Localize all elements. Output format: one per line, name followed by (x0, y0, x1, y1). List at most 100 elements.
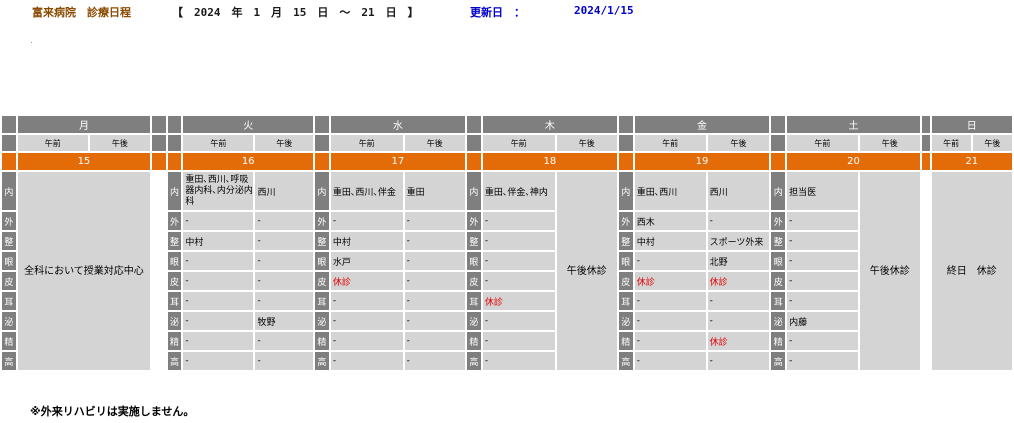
footer-note: ※外来リハビリは実施しません。 (30, 405, 195, 418)
dept-label: 内 (467, 172, 481, 210)
schedule-cell: - (634, 252, 706, 270)
date-spacer (618, 153, 633, 170)
pm-label: 午後 (89, 135, 151, 151)
schedule-cell: - (404, 332, 466, 350)
schedule-cell: - (482, 212, 555, 230)
schedule-cell: - (787, 332, 858, 350)
dept-label: 精 (167, 332, 182, 350)
dept-label: 皮 (467, 272, 481, 290)
schedule-cell: - (787, 212, 858, 230)
schedule-cell: 西川 (255, 172, 314, 210)
schedule-cell: 中村 (634, 232, 706, 250)
date-row: 15 16 17 18 19 20 21 (2, 153, 1012, 170)
schedule-cell: 牧野 (255, 312, 314, 330)
schedule-cell: - (255, 352, 314, 370)
saturday-pm-merged-cell: 午後休診 (859, 172, 920, 370)
spacer-cell (152, 232, 166, 250)
schedule-cell: 重田 (404, 172, 466, 210)
spacer-cell (618, 135, 633, 151)
am-label: 午前 (17, 135, 88, 151)
schedule-cell: 担当医 (787, 172, 858, 210)
spacer-cell (771, 116, 786, 133)
corner-cell (2, 116, 16, 133)
dept-label: 外 (167, 212, 182, 230)
schedule-cell: 西川 (707, 172, 770, 210)
dept-label: 眼 (2, 252, 16, 270)
dept-label: 精 (771, 332, 786, 350)
date-spacer (152, 153, 166, 170)
dept-label: 高 (2, 352, 16, 370)
schedule-cell: 重田､西川､伴金 (330, 172, 403, 210)
schedule-cell: - (787, 352, 858, 370)
dept-label: 精 (315, 332, 329, 350)
spacer-cell (152, 135, 166, 151)
pm-label: 午後 (707, 135, 770, 151)
dept-label: 皮 (167, 272, 182, 290)
schedule-cell: 水戸 (330, 252, 403, 270)
date-wed: 17 (330, 153, 466, 170)
schedule-table: 月 火 水 木 金 土 日 午前 午後 午前 午後 午前 午後 午前 午後 午前… (0, 114, 1014, 372)
day-thu: 木 (482, 116, 617, 133)
dept-label: 高 (771, 352, 786, 370)
am-label: 午前 (183, 135, 254, 151)
dept-label: 高 (467, 352, 481, 370)
spacer-cell (152, 332, 166, 350)
dept-label: 外 (467, 212, 481, 230)
schedule-cell: 西木 (634, 212, 706, 230)
schedule-cell: - (634, 312, 706, 330)
spacer-cell (2, 135, 16, 151)
spacer-cell (921, 172, 930, 370)
dept-label: 整 (167, 232, 182, 250)
date-thu: 18 (482, 153, 617, 170)
dept-label: 整 (2, 232, 16, 250)
schedule-cell: - (482, 312, 555, 330)
schedule-cell: - (707, 352, 770, 370)
date-spacer (2, 153, 16, 170)
day-sun: 日 (931, 116, 1012, 133)
schedule-cell: - (330, 332, 403, 350)
dept-label: 眼 (771, 252, 786, 270)
pm-label: 午後 (255, 135, 314, 151)
date-tue: 16 (183, 153, 314, 170)
schedule-cell: スポーツ外来 (707, 232, 770, 250)
dept-label: 外 (618, 212, 633, 230)
schedule-cell: - (255, 272, 314, 290)
spacer-cell (152, 352, 166, 370)
schedule-cell: - (255, 212, 314, 230)
schedule-cell: - (634, 352, 706, 370)
schedule-cell: - (787, 232, 858, 250)
schedule-cell: - (255, 232, 314, 250)
schedule-cell: 休診 (634, 272, 706, 290)
dept-label: 眼 (167, 252, 182, 270)
day-row: 月 火 水 木 金 土 日 (2, 116, 1012, 133)
spacer-cell (152, 252, 166, 270)
dept-label: 整 (618, 232, 633, 250)
schedule-cell: 重田､西川､呼吸器内科､内分泌内科 (183, 172, 254, 210)
monday-merged-cell: 全科において授業対応中心 (17, 172, 151, 370)
spacer-cell (152, 116, 166, 133)
dept-label: 皮 (618, 272, 633, 290)
spacer-cell (152, 312, 166, 330)
am-label: 午前 (634, 135, 706, 151)
dept-label: 整 (771, 232, 786, 250)
spacer-cell (152, 212, 166, 230)
schedule-cell: 休診 (330, 272, 403, 290)
dept-label: 泌 (618, 312, 633, 330)
thursday-pm-merged-cell: 午後休診 (556, 172, 617, 370)
dept-label: 高 (618, 352, 633, 370)
schedule-cell: - (482, 252, 555, 270)
updated-label: 更新日 ： (470, 6, 525, 19)
schedule-cell: - (787, 272, 858, 290)
dept-label: 内 (771, 172, 786, 210)
day-wed: 水 (330, 116, 466, 133)
dept-label: 耳 (771, 292, 786, 310)
date-mon: 15 (17, 153, 151, 170)
day-tue: 火 (183, 116, 314, 133)
spacer-cell (467, 116, 481, 133)
dept-label: 外 (2, 212, 16, 230)
dept-label: 内 (167, 172, 182, 210)
schedule-cell: - (183, 252, 254, 270)
schedule-cell: - (787, 252, 858, 270)
dept-label: 内 (2, 172, 16, 210)
spacer-cell (152, 172, 166, 210)
